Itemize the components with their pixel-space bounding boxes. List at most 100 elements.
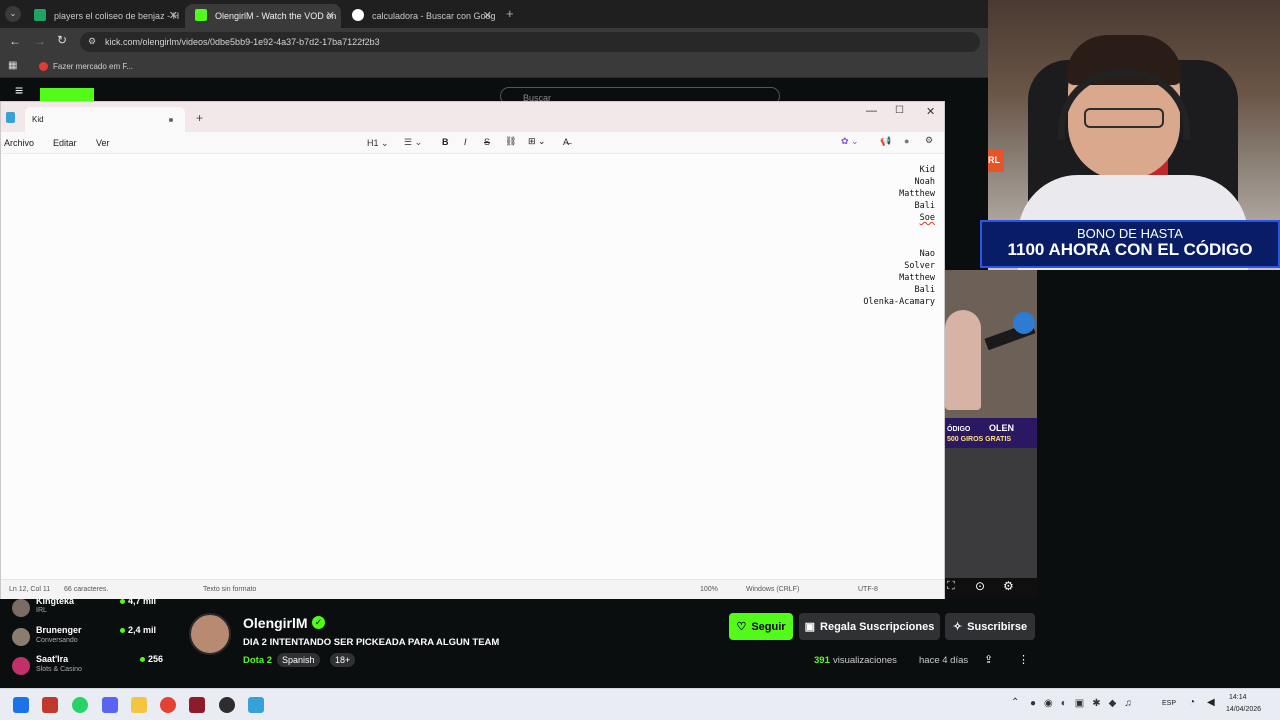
close-icon[interactable]: ✕ xyxy=(326,9,335,22)
close-icon[interactable]: ✕ xyxy=(483,9,492,22)
strikethrough-icon[interactable]: S xyxy=(484,137,490,147)
stream-video[interactable] xyxy=(945,270,1037,418)
cursor-position: Ln 12, Col 11 xyxy=(9,586,51,593)
fullscreen-icon[interactable]: ⛶ xyxy=(947,580,955,593)
start-icon[interactable] xyxy=(13,697,29,713)
maximize-button[interactable]: ☐ xyxy=(895,105,904,116)
channel-avatar[interactable] xyxy=(189,613,231,655)
follow-button[interactable]: ♡ Seguir xyxy=(729,613,793,640)
settings-icon[interactable]: ⚙ xyxy=(925,135,933,146)
account-icon[interactable]: ● xyxy=(904,136,909,146)
heading-select[interactable]: H1 ⌄ xyxy=(367,138,389,149)
player-controls: ⛶ ⊙ ⚙ xyxy=(945,578,1037,598)
text-line: Matthew xyxy=(899,189,935,199)
minimize-button[interactable]: — xyxy=(866,105,877,117)
menu-ver[interactable]: Ver xyxy=(96,138,110,148)
notepad-taskbar-icon[interactable] xyxy=(248,697,264,713)
menu-icon[interactable]: ≡ xyxy=(15,82,23,98)
notepad-titlebar: Kid + — ☐ ✕ xyxy=(1,102,944,132)
category-link[interactable]: Dota 2 xyxy=(243,655,272,666)
browser-tab-1[interactable]: players el coliseo de benjaz - H ✕ xyxy=(24,4,184,28)
url-field[interactable]: ⚙ kick.com/olengirlm/videos/0dbe5bb9-1e9… xyxy=(80,32,980,52)
more-options-icon[interactable]: ⋮ xyxy=(1018,653,1029,666)
avatar xyxy=(12,599,30,617)
encoding-status[interactable]: UTF-8 xyxy=(858,586,878,593)
lamp xyxy=(1013,312,1035,334)
settings-icon[interactable]: ⚙ xyxy=(1003,579,1014,593)
text-line: Bali xyxy=(914,201,935,211)
heart-icon: ♡ xyxy=(736,621,747,633)
format-status[interactable]: Texto sin formato xyxy=(203,586,256,593)
clock-time[interactable]: 14:14 xyxy=(1229,694,1247,701)
text-line: Soe xyxy=(919,213,935,223)
whatsapp-icon[interactable] xyxy=(72,697,88,713)
channel-info-bar: Kingteka IRL 4,7 mil Brunenger Conversan… xyxy=(0,596,1280,688)
unsaved-dot-icon[interactable] xyxy=(169,118,173,122)
italic-icon[interactable]: I xyxy=(464,137,467,147)
chat-area xyxy=(1037,270,1280,598)
wifi-icon[interactable]: ◔ xyxy=(1189,697,1195,708)
apps-grid-icon[interactable]: ▦ xyxy=(8,60,17,71)
announcement-icon[interactable]: 📢 xyxy=(880,136,891,147)
sidebar-item-brunenger[interactable]: Brunenger Conversando 2,4 mil xyxy=(10,625,160,651)
link-icon[interactable]: ⛓ xyxy=(505,136,516,147)
new-tab-button[interactable]: + xyxy=(506,6,514,21)
back-icon[interactable]: ← xyxy=(9,34,21,48)
volume-icon[interactable]: ◀ xyxy=(1207,697,1215,708)
kick-logo[interactable] xyxy=(40,88,94,102)
tray-chevron-icon[interactable]: ⌃ xyxy=(1011,697,1019,708)
tab-list-button[interactable]: ⌄ xyxy=(5,6,21,22)
obs-icon[interactable] xyxy=(219,697,235,713)
bookmarks-bar: ▦ Fazer mercado em F... xyxy=(0,56,988,78)
notepad-editor[interactable]: Kid Noah Matthew Bali Soe Nao Solver Mat… xyxy=(1,154,944,579)
close-button[interactable]: ✕ xyxy=(926,105,935,118)
file-explorer-icon[interactable] xyxy=(131,697,147,713)
promo-line-1: BONO DE HASTA xyxy=(1077,226,1183,241)
windows-taskbar: ⌃ ●◉◐▣✱◆♫ ESP ◔ ◀ 14:14 14/04/2026 xyxy=(0,688,1280,720)
views-count: 391 xyxy=(814,655,830,666)
menu-archivo[interactable]: Archivo xyxy=(4,138,34,148)
sidebar-item-kingteka[interactable]: Kingteka IRL 4,7 mil xyxy=(10,596,160,622)
views-label: visualizaciones xyxy=(833,655,897,666)
eol-status[interactable]: Windows (CRLF) xyxy=(746,586,799,593)
subscribe-button[interactable]: ✧ Suscribirse xyxy=(945,613,1035,640)
tag-18plus[interactable]: 18+ xyxy=(330,653,356,667)
clear-format-icon[interactable]: A̶ xyxy=(563,137,569,147)
site-info-icon[interactable]: ⚙ xyxy=(88,36,96,47)
sidebar-item-saatira[interactable]: Saat'Ira Slots & Casino 256 xyxy=(10,654,163,680)
tag-spanish[interactable]: Spanish xyxy=(277,653,320,667)
app-icon[interactable] xyxy=(189,697,205,713)
clip-icon[interactable]: ⊙ xyxy=(975,579,985,593)
steam-taskbar-icon[interactable] xyxy=(42,697,58,713)
sheets-icon xyxy=(34,9,46,21)
browser-tab-2[interactable]: OlengirlM - Watch the VOD on ✕ xyxy=(185,4,341,28)
stream-overlay-banner: ÓDIGO OLEN 500 GIROS GRATIS xyxy=(945,418,1037,448)
table-icon[interactable]: ⊞ ⌄ xyxy=(528,136,546,147)
gift-subs-button[interactable]: ▣ Regala Suscripciones xyxy=(799,613,940,640)
copilot-icon[interactable]: ✿ ⌄ xyxy=(841,136,859,147)
text-line: Bali xyxy=(914,285,935,295)
bold-icon[interactable]: B xyxy=(442,137,449,147)
share-icon[interactable]: ⇪ xyxy=(984,653,993,666)
new-tab-button[interactable]: + xyxy=(196,111,203,125)
notepad-window: Kid + — ☐ ✕ Archivo Editar Ver H1 ⌄ ☰ ⌄ … xyxy=(0,101,945,599)
menu-editar[interactable]: Editar xyxy=(53,138,77,148)
notepad-tab[interactable]: Kid xyxy=(25,107,185,132)
bookmark-link[interactable]: Fazer mercado em F... xyxy=(53,62,133,71)
reload-icon[interactable]: ↻ xyxy=(57,33,67,47)
verified-icon: ✓ xyxy=(312,616,325,629)
browser-tab-3[interactable]: calculadora - Buscar con Goog ✕ xyxy=(342,4,498,28)
channel-name[interactable]: OlengirlM xyxy=(243,615,308,631)
text-line: Olenka-Acamary xyxy=(863,297,935,307)
forward-icon[interactable]: → xyxy=(34,34,46,48)
promo-line-2: 1100 AHORA CON EL CÓDIGO xyxy=(1007,240,1253,259)
tray-icons: ●◉◐▣✱◆♫ xyxy=(1030,698,1140,709)
discord-icon[interactable] xyxy=(102,697,118,713)
language-indicator[interactable]: ESP xyxy=(1162,700,1176,707)
chrome-icon[interactable] xyxy=(160,697,176,713)
close-icon[interactable]: ✕ xyxy=(169,9,178,22)
clock-date[interactable]: 14/04/2026 xyxy=(1226,706,1261,713)
list-icon[interactable]: ☰ ⌄ xyxy=(404,137,422,148)
text-line: Solver xyxy=(904,261,935,271)
zoom-status[interactable]: 100% xyxy=(700,586,718,593)
